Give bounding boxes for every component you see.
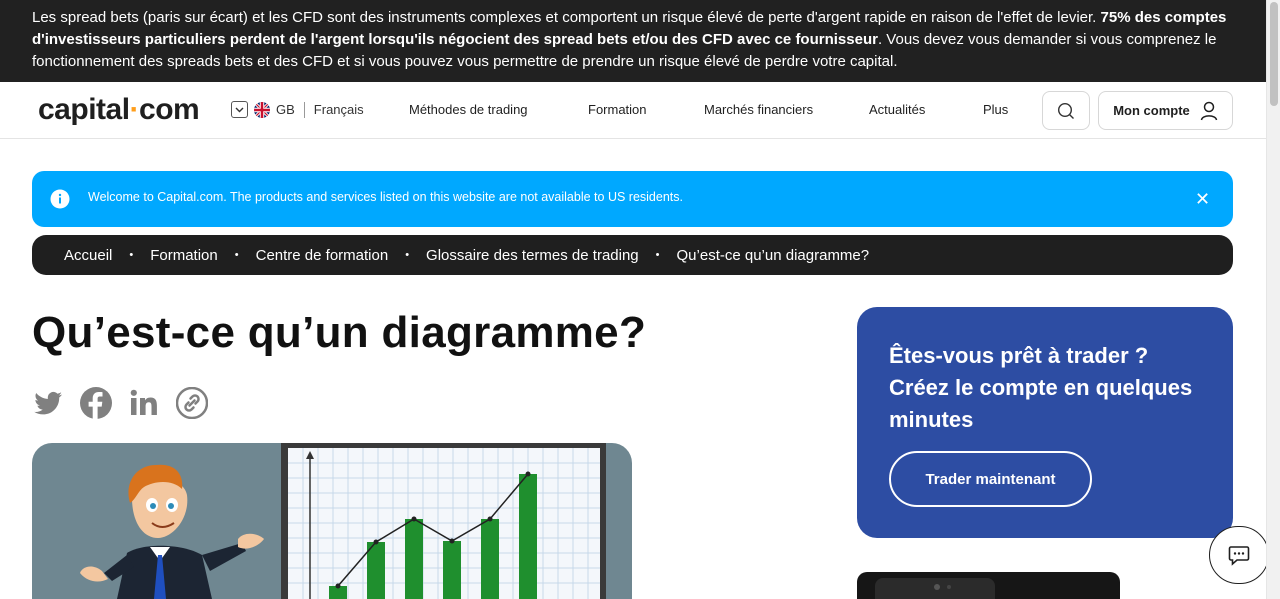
- divider: [303, 101, 305, 118]
- region-code: GB: [276, 102, 295, 117]
- nav-formation[interactable]: Formation: [588, 102, 647, 117]
- nav-financial-markets[interactable]: Marchés financiers: [704, 102, 813, 117]
- nav-news[interactable]: Actualités: [869, 102, 925, 117]
- breadcrumb-glossary[interactable]: Glossaire des termes de trading: [426, 247, 639, 264]
- capital-logo[interactable]: capital·com: [38, 93, 200, 127]
- chevron-down-icon[interactable]: [231, 101, 248, 118]
- nav-more[interactable]: Plus: [983, 102, 1008, 117]
- page-scrollbar[interactable]: [1266, 0, 1280, 599]
- copy-link-icon[interactable]: [176, 387, 208, 419]
- breadcrumb-separator: •: [655, 249, 660, 261]
- breadcrumb-current: Qu’est-ce qu’un diagramme?: [676, 246, 870, 264]
- close-icon[interactable]: ✕: [1195, 189, 1210, 210]
- breadcrumb-separator: •: [234, 249, 239, 261]
- account-label: Mon compte: [1113, 103, 1190, 118]
- risk-warning-banner: Les spread bets (paris sur écart) et les…: [0, 0, 1266, 82]
- chat-bubble-icon: [1228, 546, 1250, 566]
- breadcrumb-separator: •: [405, 249, 410, 261]
- article-hero-image: [32, 443, 632, 599]
- trading-cta-card: Êtes-vous prêt à trader ? Créez le compt…: [857, 307, 1233, 538]
- breadcrumb-learning-center[interactable]: Centre de formation: [256, 247, 389, 264]
- user-icon: [1200, 101, 1218, 120]
- search-icon: [1057, 102, 1074, 119]
- trade-now-button[interactable]: Trader maintenant: [889, 451, 1092, 507]
- nav-trading-methods[interactable]: Méthodes de trading: [409, 102, 528, 117]
- uk-flag-icon: [254, 101, 270, 118]
- cta-title: Êtes-vous prêt à trader ? Créez le compt…: [889, 343, 1193, 432]
- businessman-chart-illustration: [80, 443, 606, 599]
- linkedin-icon[interactable]: [128, 387, 160, 419]
- facebook-icon[interactable]: [80, 387, 112, 419]
- chat-button[interactable]: [1209, 526, 1269, 584]
- breadcrumb: Accueil • Formation • Centre de formatio…: [32, 235, 1233, 275]
- language-label: Français: [313, 102, 364, 117]
- logo-text-com: com: [139, 93, 200, 126]
- site-header: capital·com GB Français Méthodes de trad…: [0, 82, 1266, 139]
- logo-text-capital: capital: [38, 93, 130, 126]
- account-button[interactable]: Mon compte: [1098, 91, 1233, 130]
- page-title: Qu’est-ce qu’un diagramme?: [32, 308, 647, 357]
- app-promo-image: [857, 572, 1120, 599]
- logo-dot: ·: [129, 93, 140, 126]
- scrollbar-thumb[interactable]: [1270, 2, 1278, 106]
- region-language-selector[interactable]: GB Français: [231, 101, 364, 118]
- twitter-icon[interactable]: [32, 387, 64, 419]
- us-residents-alert: Welcome to Capital.com. The products and…: [32, 171, 1233, 227]
- breadcrumb-home[interactable]: Accueil: [64, 247, 112, 264]
- search-button[interactable]: [1042, 91, 1090, 130]
- info-icon: [50, 189, 70, 209]
- risk-text-start: Les spread bets (paris sur écart) et les…: [32, 9, 1101, 26]
- breadcrumb-formation[interactable]: Formation: [150, 247, 218, 264]
- breadcrumb-separator: •: [129, 249, 134, 261]
- alert-message: Welcome to Capital.com. The products and…: [88, 190, 683, 204]
